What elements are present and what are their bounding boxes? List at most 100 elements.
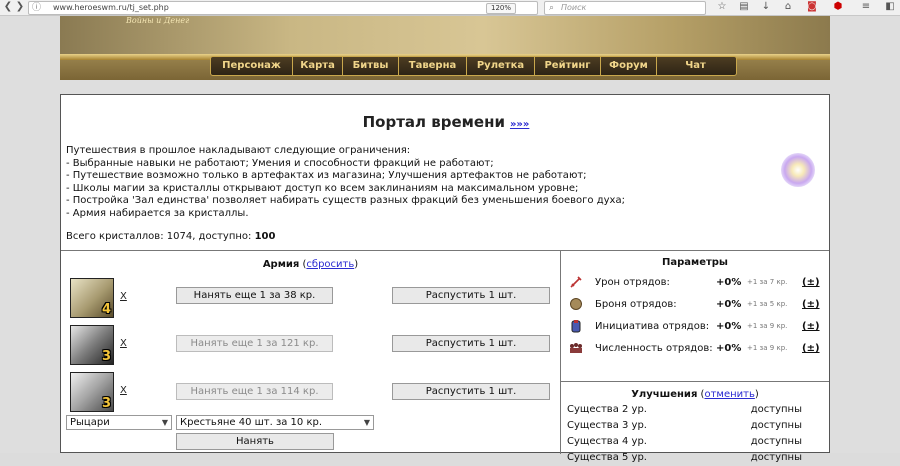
menu-item-chat[interactable]: Чат: [657, 57, 734, 75]
browser-toolbar: ❮ ❯ ⓘ www.heroeswm.ru/tj_set.php 120% ▾ …: [0, 0, 900, 16]
search-icon: ⌕: [549, 3, 555, 13]
upgrade-status: доступны: [750, 404, 802, 415]
upgrade-label: Существа 2 ур.: [567, 404, 647, 415]
upgrade-row: Существа 5 ур. доступны: [567, 452, 827, 466]
chevron-down-icon: ▼: [363, 418, 370, 427]
param-adjust-link[interactable]: (±): [802, 299, 820, 310]
home-icon[interactable]: ⌂: [782, 1, 794, 13]
restriction-line: - Постройка 'Зал единства' позволяет наб…: [66, 195, 625, 206]
reading-list-icon[interactable]: ▤: [738, 1, 750, 13]
upgrades-header: Улучшения (отменить): [631, 389, 759, 400]
creature-select[interactable]: Крестьяне 40 шт. за 10 кр. ▼: [176, 415, 374, 430]
upgrade-row: Существа 2 ур. доступны: [567, 404, 827, 418]
unit-count: 4: [101, 302, 111, 317]
extension-icon[interactable]: ◧: [884, 1, 896, 13]
crystals-label: Всего кристаллов: 1074, доступно:: [66, 231, 252, 242]
cancel-upgrades-link[interactable]: отменить: [704, 389, 754, 400]
restriction-line: - Выбранные навыки не работают; Умения и…: [66, 157, 494, 169]
info-icon[interactable]: ⓘ: [32, 2, 41, 14]
dismiss-unit-button[interactable]: Распустить 1 шт.: [392, 287, 550, 304]
menu-item-roulette[interactable]: Рулетка: [467, 57, 535, 75]
menu-item-map[interactable]: Карта: [293, 57, 343, 75]
address-bar[interactable]: ⓘ www.heroeswm.ru/tj_set.php 120% ▾: [28, 1, 553, 15]
param-value: +0%: [716, 277, 742, 288]
upgrade-row: Существа 3 ур. доступны: [567, 420, 827, 434]
upgrade-label: Существа 3 ур.: [567, 420, 647, 431]
search-placeholder: Поиск: [561, 3, 587, 12]
menu-icon[interactable]: ≡: [860, 1, 872, 13]
page-title-text: Портал времени: [362, 113, 505, 131]
param-label: Инициатива отрядов:: [595, 321, 710, 332]
unit-portrait-knight: 4: [70, 278, 114, 318]
army-title: Армия: [262, 259, 300, 270]
troops-icon: [570, 343, 582, 353]
more-info-link[interactable]: »»»: [510, 119, 529, 130]
army-header: Армия (сбросить): [262, 259, 359, 270]
divider: [561, 381, 829, 382]
remove-unit-link[interactable]: X: [120, 338, 127, 349]
shield-icon: [570, 298, 582, 310]
unit-count: 3: [101, 396, 111, 411]
creature-select-value: Крестьяне 40 шт. за 10 кр.: [180, 417, 323, 428]
crystals-info: Всего кристаллов: 1074, доступно: 100: [66, 231, 275, 242]
dismiss-unit-button[interactable]: Распустить 1 шт.: [392, 335, 550, 352]
param-adjust-link[interactable]: (±): [802, 277, 820, 288]
restriction-line: Путешествия в прошлое накладывают следую…: [66, 145, 411, 156]
unit-portrait-creature: 3: [70, 372, 114, 412]
back-icon[interactable]: ❮: [2, 1, 14, 13]
hire-creature-button[interactable]: Нанять: [176, 433, 334, 450]
param-label: Урон отрядов:: [595, 277, 670, 288]
param-value: +0%: [716, 321, 742, 332]
param-cost: +1 за 5 кр.: [747, 300, 788, 308]
download-icon[interactable]: ↓: [760, 1, 772, 13]
potion-icon: [571, 320, 581, 333]
page: Войны и Денег Персонаж Карта Битвы Тавер…: [0, 16, 900, 463]
adblock-icon[interactable]: ⬢: [832, 1, 844, 13]
param-value: +0%: [716, 343, 742, 354]
upgrade-label: Существа 5 ур.: [567, 452, 647, 463]
upgrade-row: Существа 4 ур. доступны: [567, 436, 827, 450]
url-text: www.heroeswm.ru/tj_set.php: [53, 3, 169, 12]
search-bar[interactable]: ⌕ Поиск: [544, 1, 706, 15]
unit-portrait-griffin: 3: [70, 325, 114, 365]
crystals-available: 100: [254, 231, 276, 242]
portal-icon: [781, 153, 815, 187]
upgrade-label: Существа 4 ур.: [567, 436, 647, 447]
upgrade-status: доступны: [750, 436, 802, 447]
param-label: Броня отрядов:: [595, 299, 677, 310]
pocket-icon[interactable]: ◙: [806, 1, 818, 13]
hire-unit-button[interactable]: Нанять еще 1 за 38 кр.: [176, 287, 333, 304]
menu-item-battles[interactable]: Битвы: [343, 57, 399, 75]
forward-icon[interactable]: ❯: [14, 1, 26, 13]
hire-unit-button[interactable]: Нанять еще 1 за 121 кр.: [176, 335, 333, 352]
page-title: Портал времени »»»: [61, 113, 831, 131]
bookmark-star-icon[interactable]: ☆: [716, 1, 728, 13]
param-adjust-link[interactable]: (±): [802, 343, 820, 354]
unit-count: 3: [101, 349, 111, 364]
zoom-indicator[interactable]: 120%: [486, 3, 517, 14]
restriction-line: - Школы магии за кристаллы открывают дос…: [66, 182, 579, 194]
param-cost: +1 за 9 кр.: [747, 344, 788, 352]
upgrade-status: доступны: [750, 420, 802, 431]
remove-unit-link[interactable]: X: [120, 291, 127, 302]
menu-item-tavern[interactable]: Таверна: [399, 57, 467, 75]
reset-army-link[interactable]: сбросить: [306, 259, 354, 270]
param-cost: +1 за 9 кр.: [747, 322, 788, 330]
faction-select-value: Рыцари: [70, 417, 110, 428]
params-title: Параметры: [662, 257, 728, 268]
menu-item-rating[interactable]: Рейтинг: [535, 57, 601, 75]
param-cost: +1 за 7 кр.: [747, 278, 788, 286]
param-label: Численность отрядов:: [595, 343, 713, 354]
chevron-down-icon: ▼: [161, 418, 168, 427]
param-adjust-link[interactable]: (±): [802, 321, 820, 332]
upgrade-status: доступны: [750, 452, 802, 463]
restrictions-text: Путешествия в прошлое накладывают следую…: [66, 145, 766, 220]
logo-subtitle: Войны и Денег: [126, 16, 190, 25]
faction-select[interactable]: Рыцари ▼: [66, 415, 172, 430]
divider: [61, 250, 829, 251]
hire-unit-button[interactable]: Нанять еще 1 за 114 кр.: [176, 383, 333, 400]
menu-item-character[interactable]: Персонаж: [211, 57, 293, 75]
remove-unit-link[interactable]: X: [120, 385, 127, 396]
dismiss-unit-button[interactable]: Распустить 1 шт.: [392, 383, 550, 400]
menu-item-forum[interactable]: Форум: [601, 57, 657, 75]
